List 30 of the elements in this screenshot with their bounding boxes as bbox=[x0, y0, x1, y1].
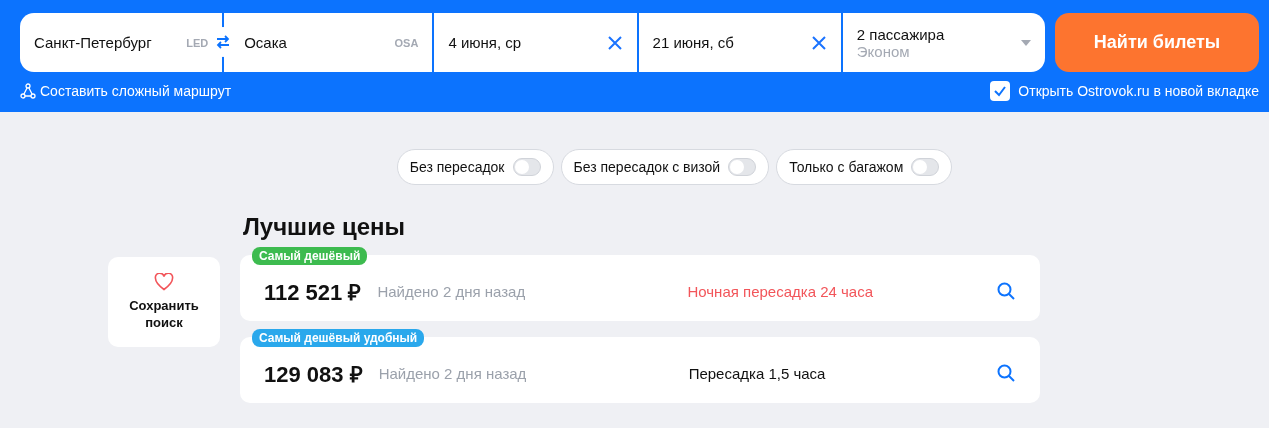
date-field[interactable]: 4 июня, ср bbox=[434, 13, 637, 72]
section-title: Лучшие цены bbox=[243, 213, 406, 241]
checkbox-label: Открыть Ostrovok.ru в новой вкладке bbox=[1018, 83, 1259, 99]
heart-icon bbox=[154, 273, 174, 291]
found-date: Найдено 2 дня назад bbox=[377, 282, 527, 300]
date-field[interactable]: 21 июня, сб bbox=[638, 13, 841, 72]
offer-badge: Самый дешёвый удобный bbox=[252, 329, 425, 347]
destination-field[interactable]: Осака OSA bbox=[224, 13, 433, 72]
offer-badge: Самый дешёвый bbox=[252, 247, 368, 265]
checkbox[interactable] bbox=[990, 81, 1011, 101]
price: 129 083 ₽ bbox=[264, 361, 363, 388]
filter-toggle[interactable]: Только с багажом bbox=[776, 149, 953, 185]
transfer-info: Ночная пересадка 24 часа bbox=[687, 282, 874, 300]
clear-icon[interactable] bbox=[810, 34, 827, 51]
check-icon bbox=[993, 84, 1008, 98]
origin-field[interactable]: Санкт-Петербург LED bbox=[20, 13, 223, 72]
price: 112 521 ₽ bbox=[264, 279, 362, 306]
complex-route-link[interactable]: Составить сложный маршрут bbox=[40, 83, 232, 99]
search-icon[interactable] bbox=[996, 281, 1016, 301]
transfer-info: Пересадка 1,5 часа bbox=[688, 364, 827, 382]
passengers-dropdown[interactable]: 2 пассажира Эконом bbox=[842, 13, 1045, 72]
search-icon[interactable] bbox=[996, 363, 1016, 383]
swap-icon bbox=[216, 35, 230, 49]
clear-icon[interactable] bbox=[606, 34, 623, 51]
save-search-button[interactable]: Сохранить поиск bbox=[108, 257, 220, 347]
caret-icon bbox=[1021, 39, 1031, 46]
filter-toggle[interactable]: Без пересадок с визой bbox=[560, 149, 770, 185]
found-date: Найдено 2 дня назад bbox=[378, 364, 528, 382]
route-icon bbox=[20, 83, 36, 99]
filter-toggle[interactable]: Без пересадок bbox=[396, 149, 554, 185]
